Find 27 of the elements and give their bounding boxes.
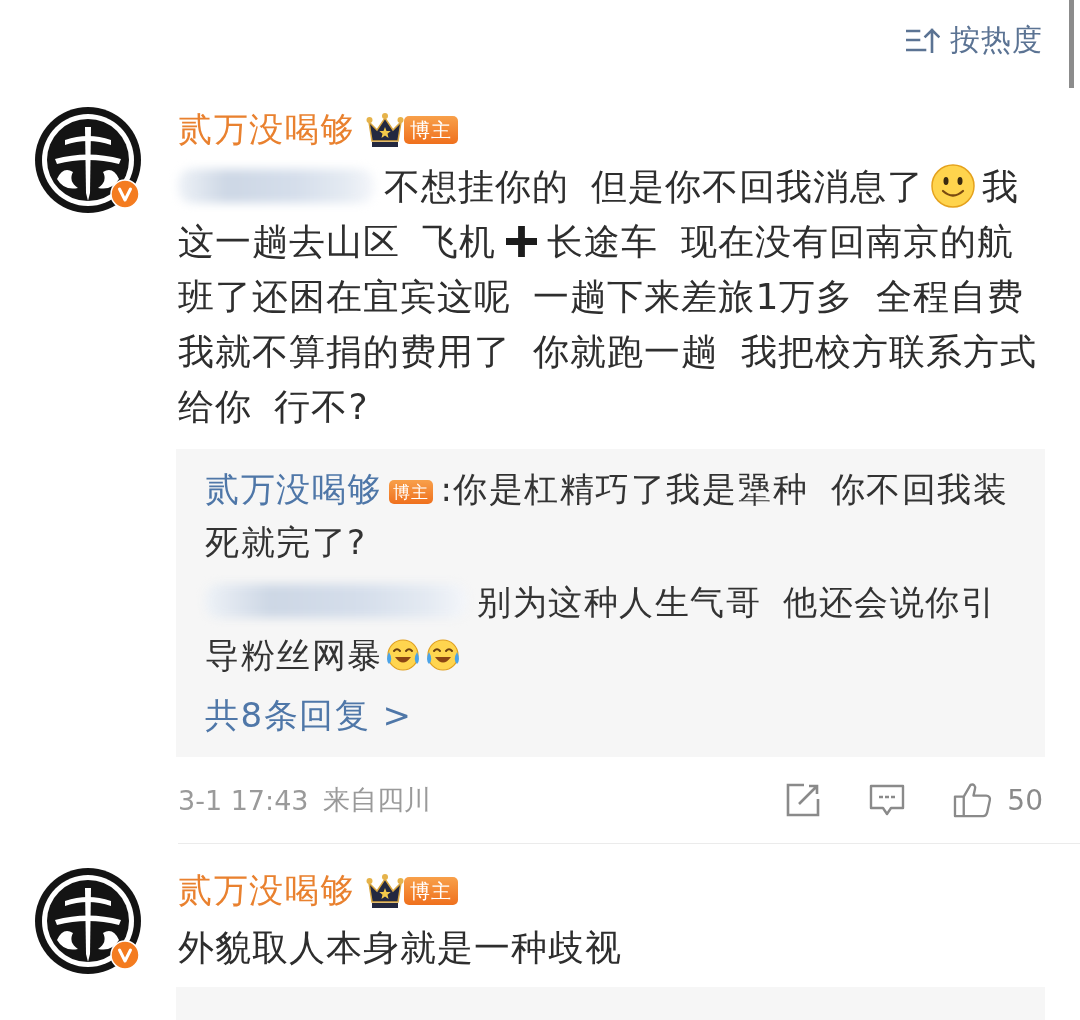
timestamp: 3-1 17:43 [178, 784, 309, 816]
avatar-emblem[interactable] [35, 107, 141, 213]
blogger-badge: 博主 [388, 480, 433, 504]
thumbs-up-icon [953, 782, 993, 818]
square-arrow-icon [785, 782, 822, 818]
comment-text: 外貌取人本身就是一种歧视 [178, 926, 623, 970]
more-replies-link[interactable]: 共8条回复 > [205, 689, 413, 742]
sort-icon [906, 27, 940, 53]
comment-button[interactable] [869, 783, 906, 817]
laughing-tears-emoji-icon [384, 637, 421, 673]
blogger-badge: 博主 [403, 116, 458, 144]
avatar-emblem[interactable] [35, 868, 141, 974]
smile-emoji-icon [931, 164, 976, 208]
reply-text: 贰万没喝够 博主 :你是杠精巧了我是犟种 你不回我装死就完了? [205, 468, 1010, 564]
sort-button[interactable]: 按热度 [906, 19, 1043, 61]
location-text: 来自四川 [322, 783, 431, 817]
comment-icon [869, 783, 906, 817]
author-name[interactable]: 贰万没喝够 [178, 868, 356, 914]
blogger-badge: 博主 [403, 877, 458, 905]
author-name[interactable]: 贰万没喝够 [178, 107, 356, 153]
repost-button[interactable] [785, 782, 822, 818]
like-button[interactable]: 50 [953, 782, 1043, 818]
laughing-tears-emoji-icon [424, 637, 461, 673]
comment-text: 不想挂你的 但是你不回我消息了 我这一趟去山区 飞机 长途车 现在没有回南京的航班了还困在宜宾这呢 一趟下来差旅1万多 全程自费我就不算捐的费用了 你就跑一趟 我把校方联系方式给你 行不? [178, 163, 1038, 429]
reply-author[interactable]: 贰万没喝够 [205, 469, 383, 509]
plus-icon [506, 226, 538, 257]
reply-text: 别为这种人生气哥 他还会说你引导粉丝网暴 [205, 581, 998, 677]
